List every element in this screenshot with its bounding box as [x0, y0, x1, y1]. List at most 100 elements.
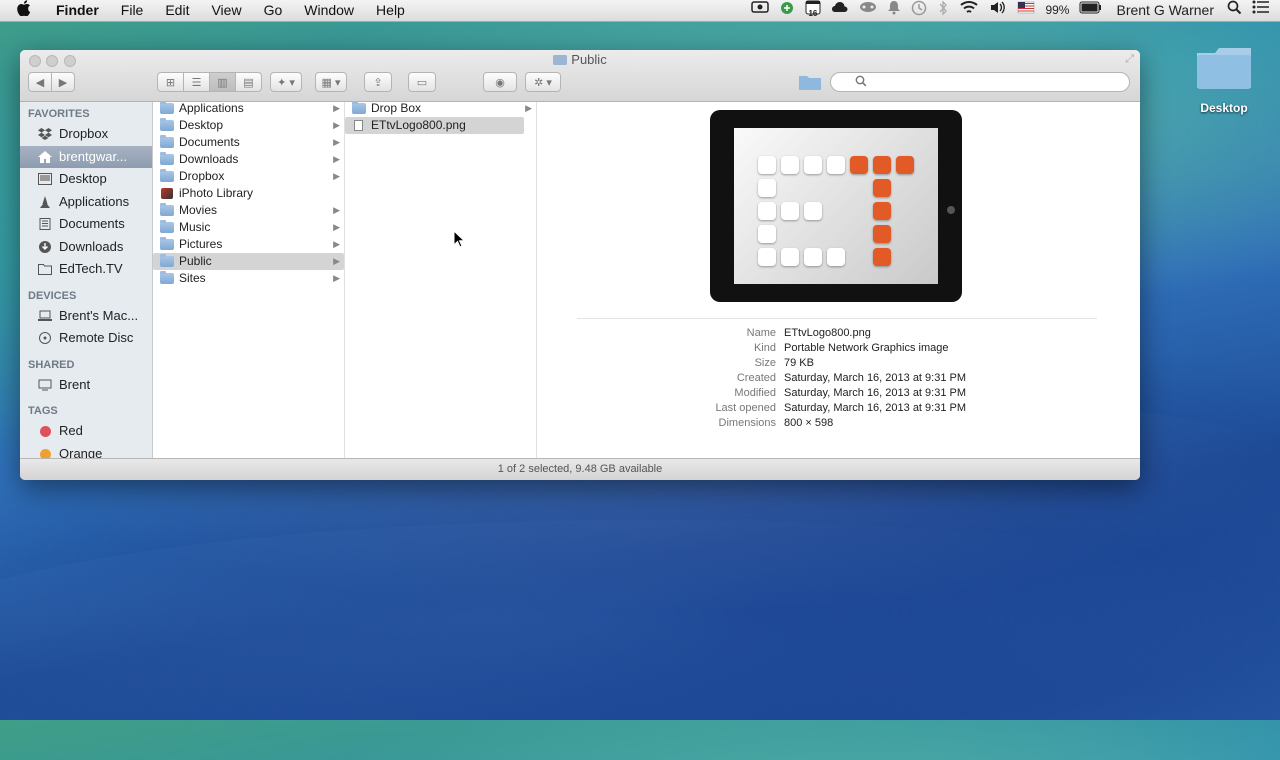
list-item-selected[interactable]: Public ▶ [153, 253, 344, 270]
sidebar-devices-header: DEVICES [28, 289, 77, 302]
info-value: Portable Network Graphics image [784, 342, 949, 354]
cloud-app-icon[interactable] [826, 0, 854, 21]
tags-button[interactable]: ▭ [408, 72, 436, 92]
list-item[interactable]: Documents ▶ [153, 134, 344, 151]
desktop-folder-label[interactable]: Desktop [1180, 101, 1268, 115]
spotlight-search-icon[interactable] [1222, 0, 1247, 21]
list-item[interactable]: Sites ▶ [153, 270, 344, 287]
action-button[interactable]: ✲ ▾ [525, 72, 561, 92]
calendar-icon[interactable]: 16 [800, 0, 826, 21]
view-column-button[interactable]: ▥ [209, 72, 236, 92]
list-item[interactable]: Drop Box ▶ [345, 100, 536, 117]
new-folder-icon[interactable] [798, 73, 822, 94]
disclosure-arrow-icon: ▶ [333, 103, 340, 113]
fullscreen-icon[interactable]: ⤢ [1125, 53, 1134, 66]
folder-icon [553, 55, 568, 65]
list-item[interactable]: iPhoto Library [153, 185, 344, 202]
list-item[interactable]: Dropbox ▶ [153, 168, 344, 185]
wifi-icon[interactable] [954, 0, 984, 21]
info-label: Name [746, 327, 776, 339]
list-item-label: iPhoto Library [179, 186, 254, 200]
sidebar-item-brent[interactable]: Brent [20, 374, 152, 397]
input-flag-icon[interactable] [1012, 0, 1040, 21]
list-item-label: Drop Box [371, 101, 422, 115]
sidebar-item-documents[interactable]: Documents [20, 213, 152, 236]
sync-status-icon[interactable] [774, 0, 800, 21]
notification-center-icon[interactable] [1247, 0, 1280, 21]
back-button[interactable]: ◀ [28, 72, 52, 92]
menu-edit[interactable]: Edit [154, 0, 200, 21]
info-row-last-opened: Last opened Saturday, March 16, 2013 at 9… [537, 401, 1140, 416]
bell-icon[interactable] [882, 0, 906, 21]
search-icon [855, 75, 867, 93]
share-button[interactable]: ⇪ [364, 72, 392, 92]
list-item-label: Sites [179, 271, 206, 285]
logo-tile-orange [873, 179, 891, 197]
preview-screen [734, 128, 938, 284]
mouse-cursor-icon [453, 229, 466, 251]
logo-tile-white [781, 202, 799, 220]
list-item[interactable]: Desktop ▶ [153, 117, 344, 134]
sidebar-item-mac[interactable]: Brent's Mac... [20, 305, 152, 328]
gamepad-icon[interactable] [854, 0, 882, 21]
logo-tile-orange [896, 156, 914, 174]
menu-file[interactable]: File [110, 0, 155, 21]
apple-menu-icon[interactable] [0, 0, 45, 21]
logo-tile-white [758, 248, 776, 266]
menu-view[interactable]: View [200, 0, 252, 21]
forward-button[interactable]: ▶ [51, 72, 75, 92]
sidebar-item-applications[interactable]: Applications [20, 191, 152, 214]
sidebar-item-edtechtv[interactable]: EdTech.TV [20, 258, 152, 281]
user-name[interactable]: Brent G Warner [1108, 0, 1222, 21]
list-item[interactable]: Downloads ▶ [153, 151, 344, 168]
screen-recorder-icon[interactable] [746, 0, 774, 21]
coverflow-view-icon: ▤ [243, 76, 254, 89]
view-icon-button[interactable]: ⊞ [157, 72, 184, 92]
sidebar-item-downloads[interactable]: Downloads [20, 236, 152, 259]
list-item[interactable]: Movies ▶ [153, 202, 344, 219]
tag-icon: ▭ [416, 76, 428, 89]
app-menu-finder[interactable]: Finder [45, 0, 110, 21]
info-value: 800 × 598 [784, 417, 834, 429]
search-input[interactable] [830, 72, 1130, 92]
menu-help[interactable]: Help [365, 0, 416, 21]
sidebar-item-remote-disc[interactable]: Remote Disc [20, 327, 152, 350]
sidebar-tag-red[interactable]: Red [20, 420, 152, 443]
info-row-size: Size 79 KB [537, 356, 1140, 371]
dropbox-toolbar-button[interactable]: ✦ ▾ [270, 72, 302, 92]
arrange-button[interactable]: ▦ ▾ [315, 72, 347, 92]
list-item[interactable]: Applications ▶ [153, 100, 344, 117]
info-value: Saturday, March 16, 2013 at 9:31 PM [784, 387, 967, 399]
list-item-selected[interactable]: ETtvLogo800.png [345, 117, 524, 134]
menu-go[interactable]: Go [253, 0, 294, 21]
menu-window[interactable]: Window [293, 0, 365, 21]
logo-tile-orange [873, 156, 891, 174]
sidebar-item-dropbox[interactable]: Dropbox [20, 123, 152, 146]
quick-look-button[interactable]: ◉ [483, 72, 517, 92]
list-view-icon: ☰ [191, 76, 202, 89]
sidebar-item-desktop[interactable]: Desktop [20, 168, 152, 191]
view-list-button[interactable]: ☰ [183, 72, 210, 92]
desktop-folder-icon[interactable] [1195, 45, 1253, 91]
folder-icon [160, 271, 174, 284]
battery-icon[interactable] [1074, 0, 1108, 21]
status-bar: 1 of 2 selected, 9.48 GB available [20, 458, 1140, 480]
documents-icon [39, 218, 51, 230]
disclosure-arrow-icon: ▶ [333, 239, 340, 249]
time-machine-icon[interactable] [906, 0, 932, 21]
bluetooth-icon[interactable] [932, 0, 954, 21]
list-item[interactable]: Music ▶ [153, 219, 344, 236]
sidebar-item-home[interactable]: brentgwar... [20, 145, 152, 168]
sidebar-tag-orange[interactable]: Orange [20, 443, 152, 458]
sidebar-item-label: Desktop [59, 171, 107, 186]
column-public: Drop Box ▶ ETtvLogo800.png [345, 100, 537, 458]
battery-percent[interactable]: 99% [1040, 0, 1074, 21]
volume-icon[interactable] [984, 0, 1012, 21]
folder-icon [160, 152, 174, 165]
back-arrow-icon: ◀ [35, 76, 45, 89]
list-item-label: Desktop [179, 118, 224, 132]
window-title-text: Public [571, 52, 607, 67]
view-coverflow-button[interactable]: ▤ [235, 72, 262, 92]
list-item[interactable]: Pictures ▶ [153, 236, 344, 253]
sidebar-item-label: brentgwar... [59, 148, 127, 164]
